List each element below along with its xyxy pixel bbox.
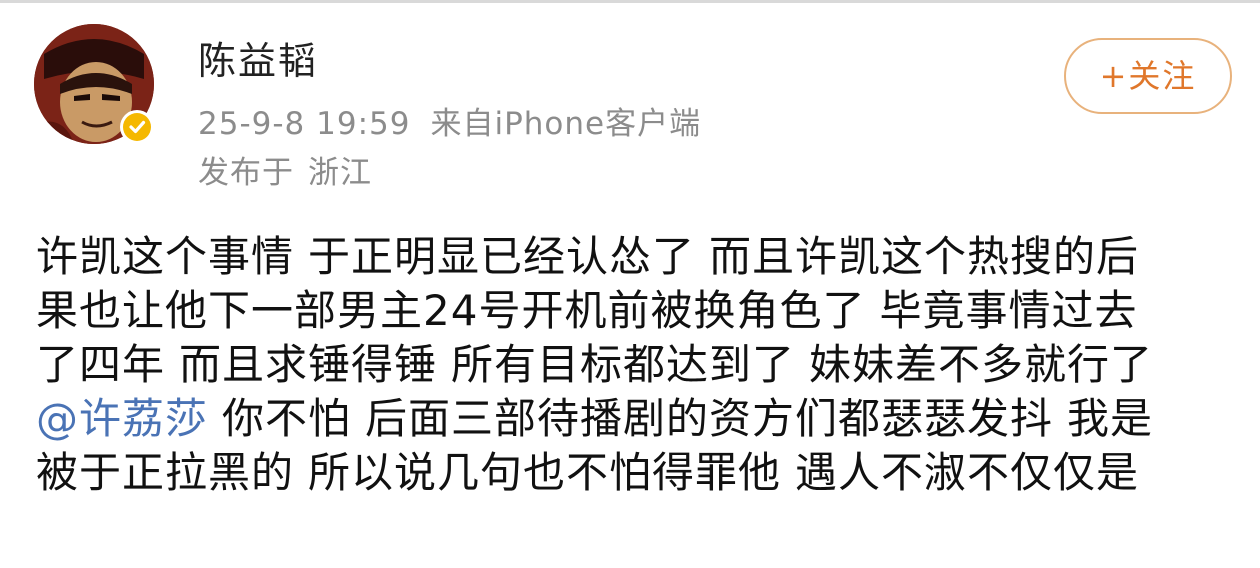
post-text: 你不怕: [222, 394, 352, 443]
post-text: 被于正拉黑的: [36, 448, 295, 497]
post-body: 许凯这个事情 于正明显已经认怂了 而且许凯这个热搜的后 果也让他下一部男主24号开机…: [36, 230, 1236, 500]
post-text: 所有目标都达到了: [451, 340, 796, 389]
post-line: @许荔莎 你不怕 后面三部待播剧的资方们都瑟瑟发抖 我是: [36, 392, 1236, 446]
post-meta: 25-9-8 19:59 来自iPhone客户端: [198, 104, 721, 144]
post-line: 果也让他下一部男主24号开机前被换角色了 毕竟事情过去: [36, 284, 1236, 338]
location-prefix: 发布于: [198, 155, 294, 191]
post-text: 后面三部待播剧的资方们都瑟瑟发抖: [365, 394, 1054, 443]
verified-badge-icon: [120, 110, 154, 144]
post-line: 许凯这个事情 于正明显已经认怂了 而且许凯这个热搜的后: [36, 230, 1236, 284]
post-text: 果也让他下一部男主24号开机前被换角色了: [36, 286, 866, 335]
post-text: 毕竟事情过去: [879, 286, 1138, 335]
location-value: 浙江: [308, 155, 372, 191]
post-time: 25-9-8 19:59: [198, 106, 411, 142]
post-text: 妹妹差不多就行了: [809, 340, 1154, 389]
username[interactable]: 陈益韬: [198, 38, 318, 84]
top-divider: [0, 0, 1260, 3]
post-text: 而且求锤得锤: [179, 340, 438, 389]
post-text: 遇人不淑不仅仅是: [795, 448, 1140, 497]
follow-button[interactable]: +关注: [1064, 38, 1232, 114]
post-text: 了四年: [36, 340, 166, 389]
post-text: 我是: [1067, 394, 1154, 443]
post-text: 于正明显已经认怂了: [308, 232, 696, 281]
mention-link[interactable]: @许荔莎: [36, 394, 208, 443]
post-text: 所以说几句也不怕得罪他: [308, 448, 782, 497]
post-text: 许凯这个事情: [36, 232, 295, 281]
post-location: 发布于 浙江: [198, 153, 372, 193]
post-line: 了四年 而且求锤得锤 所有目标都达到了 妹妹差不多就行了: [36, 338, 1236, 392]
post-source: 来自iPhone客户端: [430, 106, 702, 142]
post-line: 被于正拉黑的 所以说几句也不怕得罪他 遇人不淑不仅仅是: [36, 446, 1236, 500]
user-avatar-container[interactable]: [34, 24, 158, 148]
post-text: 而且许凯这个热搜的后: [709, 232, 1140, 281]
